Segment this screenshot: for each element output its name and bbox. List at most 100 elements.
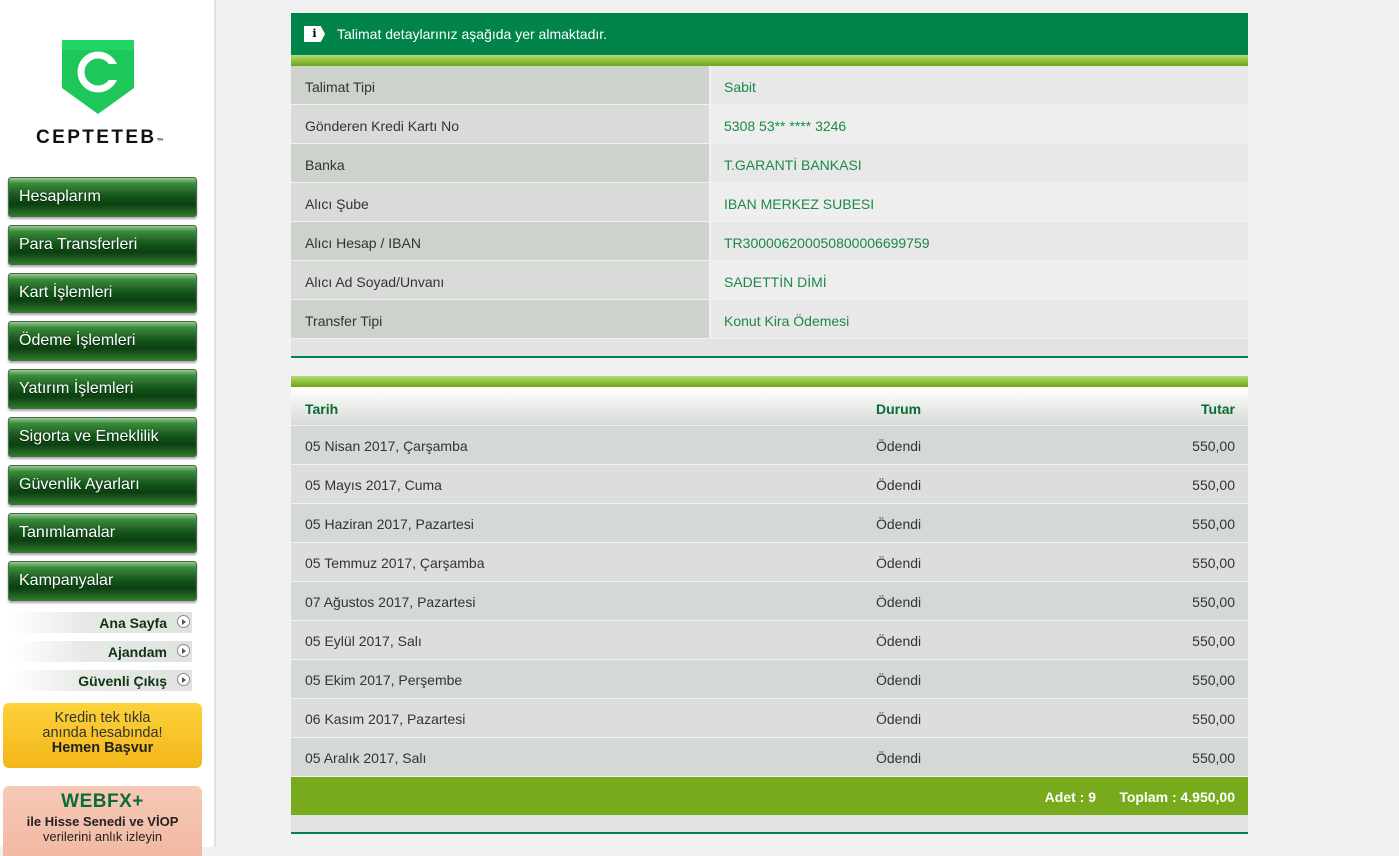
payments-summary-bar: Adet : 9 Toplam : 4.950,00 [291, 777, 1248, 815]
row-amount: 550,00 [1192, 555, 1235, 571]
row-amount: 550,00 [1192, 438, 1235, 454]
payment-count: Adet : 9 [1044, 789, 1096, 805]
detail-label: Talimat Tipi [291, 66, 709, 104]
menu-kart-islemleri-button[interactable]: Kart İşlemleri [8, 273, 197, 313]
arrow-right-circle-icon [177, 615, 190, 628]
menu-yatirim-islemleri-button[interactable]: Yatırım İşlemleri [8, 369, 197, 409]
row-amount: 550,00 [1192, 711, 1235, 727]
detail-row-alici-ad: Alıcı Ad Soyad/Unvanı SADETTİN DİMİ [291, 261, 1248, 300]
detail-label: Banka [291, 144, 709, 182]
detail-label: Alıcı Hesap / IBAN [291, 222, 709, 260]
row-amount: 550,00 [1192, 594, 1235, 610]
row-status: Ödendi [876, 633, 922, 649]
info-message-bar: i Talimat detaylarınız aşağıda yer almak… [291, 13, 1248, 55]
detail-value: IBAN MERKEZ SUBESI [711, 183, 1248, 221]
brand-name-text: CEPTETEB [36, 127, 157, 148]
header-amount: Tutar [1201, 401, 1235, 417]
sidebar: CEPTETEB™ Hesaplarım Para Transferleri K… [0, 0, 216, 856]
detail-row-banka: Banka T.GARANTİ BANKASI [291, 144, 1248, 183]
green-divider-strip [291, 376, 1248, 387]
row-date: 05 Aralık 2017, Salı [305, 750, 427, 766]
row-amount: 550,00 [1192, 750, 1235, 766]
details-footer [291, 339, 1248, 358]
row-date: 06 Kasım 2017, Pazartesi [305, 711, 466, 727]
arrow-right-circle-icon [177, 644, 190, 657]
detail-label: Alıcı Ad Soyad/Unvanı [291, 261, 709, 299]
menu-kampanyalar-button[interactable]: Kampanyalar [8, 561, 197, 601]
row-date: 05 Ekim 2017, Perşembe [305, 672, 463, 688]
payments-table-header: Tarih Durum Tutar [291, 387, 1248, 425]
guvenli-cikis-link[interactable]: Güvenli Çıkış [12, 670, 192, 691]
info-icon: i [304, 26, 325, 42]
header-status: Durum [876, 401, 922, 417]
row-amount: 550,00 [1192, 516, 1235, 532]
table-row: 05 Aralık 2017, Salı Ödendi 550,00 [291, 738, 1248, 776]
credit-promo-line2: anında hesabında! [42, 725, 163, 741]
table-row: 05 Ekim 2017, Perşembe Ödendi 550,00 [291, 660, 1248, 698]
table-row: 05 Mayıs 2017, Cuma Ödendi 550,00 [291, 465, 1248, 503]
row-amount: 550,00 [1192, 633, 1235, 649]
info-message: Talimat detaylarınız aşağıda yer almakta… [337, 26, 608, 42]
credit-promo-cta: Hemen Başvur [51, 740, 154, 756]
detail-label: Transfer Tipi [291, 300, 709, 338]
row-amount: 550,00 [1192, 672, 1235, 688]
table-row: 07 Ağustos 2017, Pazartesi Ödendi 550,00 [291, 582, 1248, 620]
row-date: 05 Eylül 2017, Salı [305, 633, 422, 649]
menu-sigorta-emeklilik-button[interactable]: Sigorta ve Emeklilik [8, 417, 197, 457]
menu-hesaplarim-button[interactable]: Hesaplarım [8, 177, 197, 217]
detail-value: TR300006200050800006699759 [711, 222, 1248, 260]
brand-name: CEPTETEB™ [36, 127, 164, 149]
detail-label: Alıcı Şube [291, 183, 709, 221]
green-divider-strip [291, 55, 1248, 66]
credit-promo-banner[interactable]: Kredin tek tıkla anında hesabında! Hemen… [3, 703, 202, 768]
row-status: Ödendi [876, 438, 922, 454]
detail-row-alici-sube: Alıcı Şube IBAN MERKEZ SUBESI [291, 183, 1248, 222]
table-row: 05 Haziran 2017, Pazartesi Ödendi 550,00 [291, 504, 1248, 542]
row-date: 05 Mayıs 2017, Cuma [305, 477, 442, 493]
ana-sayfa-label: Ana Sayfa [99, 615, 167, 631]
row-status: Ödendi [876, 711, 922, 727]
cepteteb-logo-icon[interactable] [62, 40, 134, 114]
ana-sayfa-link[interactable]: Ana Sayfa [12, 612, 192, 633]
ajandam-link[interactable]: Ajandam [12, 641, 192, 662]
row-amount: 550,00 [1192, 477, 1235, 493]
detail-value: Sabit [711, 66, 1248, 104]
detail-value: Konut Kira Ödemesi [711, 300, 1248, 338]
webfx-promo-line2: verilerini anlık izleyin [42, 829, 163, 844]
row-date: 05 Nisan 2017, Çarşamba [305, 438, 468, 454]
webfx-promo-title: WEBFX+ [61, 791, 144, 812]
table-row: 05 Nisan 2017, Çarşamba Ödendi 550,00 [291, 426, 1248, 464]
menu-guvenlik-ayarlari-button[interactable]: Güvenlik Ayarları [8, 465, 197, 505]
menu-para-transferleri-button[interactable]: Para Transferleri [8, 225, 197, 265]
detail-value: T.GARANTİ BANKASI [711, 144, 1248, 182]
row-status: Ödendi [876, 750, 922, 766]
detail-row-transfer-tipi: Transfer Tipi Konut Kira Ödemesi [291, 300, 1248, 339]
arrow-right-circle-icon [177, 673, 190, 686]
webfx-promo-banner[interactable]: WEBFX+ ile Hisse Senedi ve VİOP verileri… [3, 786, 202, 856]
detail-row-talimat-tipi: Talimat Tipi Sabit [291, 66, 1248, 105]
menu-tanimlamalar-button[interactable]: Tanımlamalar [8, 513, 197, 553]
guvenli-cikis-label: Güvenli Çıkış [78, 673, 167, 689]
payments-footer [291, 815, 1248, 834]
brand-trademark: ™ [156, 138, 164, 145]
table-row: 06 Kasım 2017, Pazartesi Ödendi 550,00 [291, 699, 1248, 737]
detail-row-gonderen-kart: Gönderen Kredi Kartı No 5308 53** **** 3… [291, 105, 1248, 144]
ajandam-label: Ajandam [107, 644, 167, 660]
detail-value: 5308 53** **** 3246 [711, 105, 1248, 143]
row-status: Ödendi [876, 477, 922, 493]
table-row: 05 Eylül 2017, Salı Ödendi 550,00 [291, 621, 1248, 659]
detail-row-alici-iban: Alıcı Hesap / IBAN TR3000062000508000066… [291, 222, 1248, 261]
webfx-promo-line1: ile Hisse Senedi ve VİOP [26, 814, 179, 829]
row-status: Ödendi [876, 555, 922, 571]
menu-odeme-islemleri-button[interactable]: Ödeme İşlemleri [8, 321, 197, 361]
header-date: Tarih [305, 401, 339, 417]
payments-table: 05 Nisan 2017, Çarşamba Ödendi 550,00 05… [291, 426, 1248, 777]
row-date: 05 Haziran 2017, Pazartesi [305, 516, 474, 532]
row-status: Ödendi [876, 516, 922, 532]
payment-total: Toplam : 4.950,00 [1119, 789, 1235, 805]
row-date: 07 Ağustos 2017, Pazartesi [305, 594, 476, 610]
detail-value: SADETTİN DİMİ [711, 261, 1248, 299]
row-status: Ödendi [876, 594, 922, 610]
row-date: 05 Temmuz 2017, Çarşamba [305, 555, 485, 571]
detail-label: Gönderen Kredi Kartı No [291, 105, 709, 143]
